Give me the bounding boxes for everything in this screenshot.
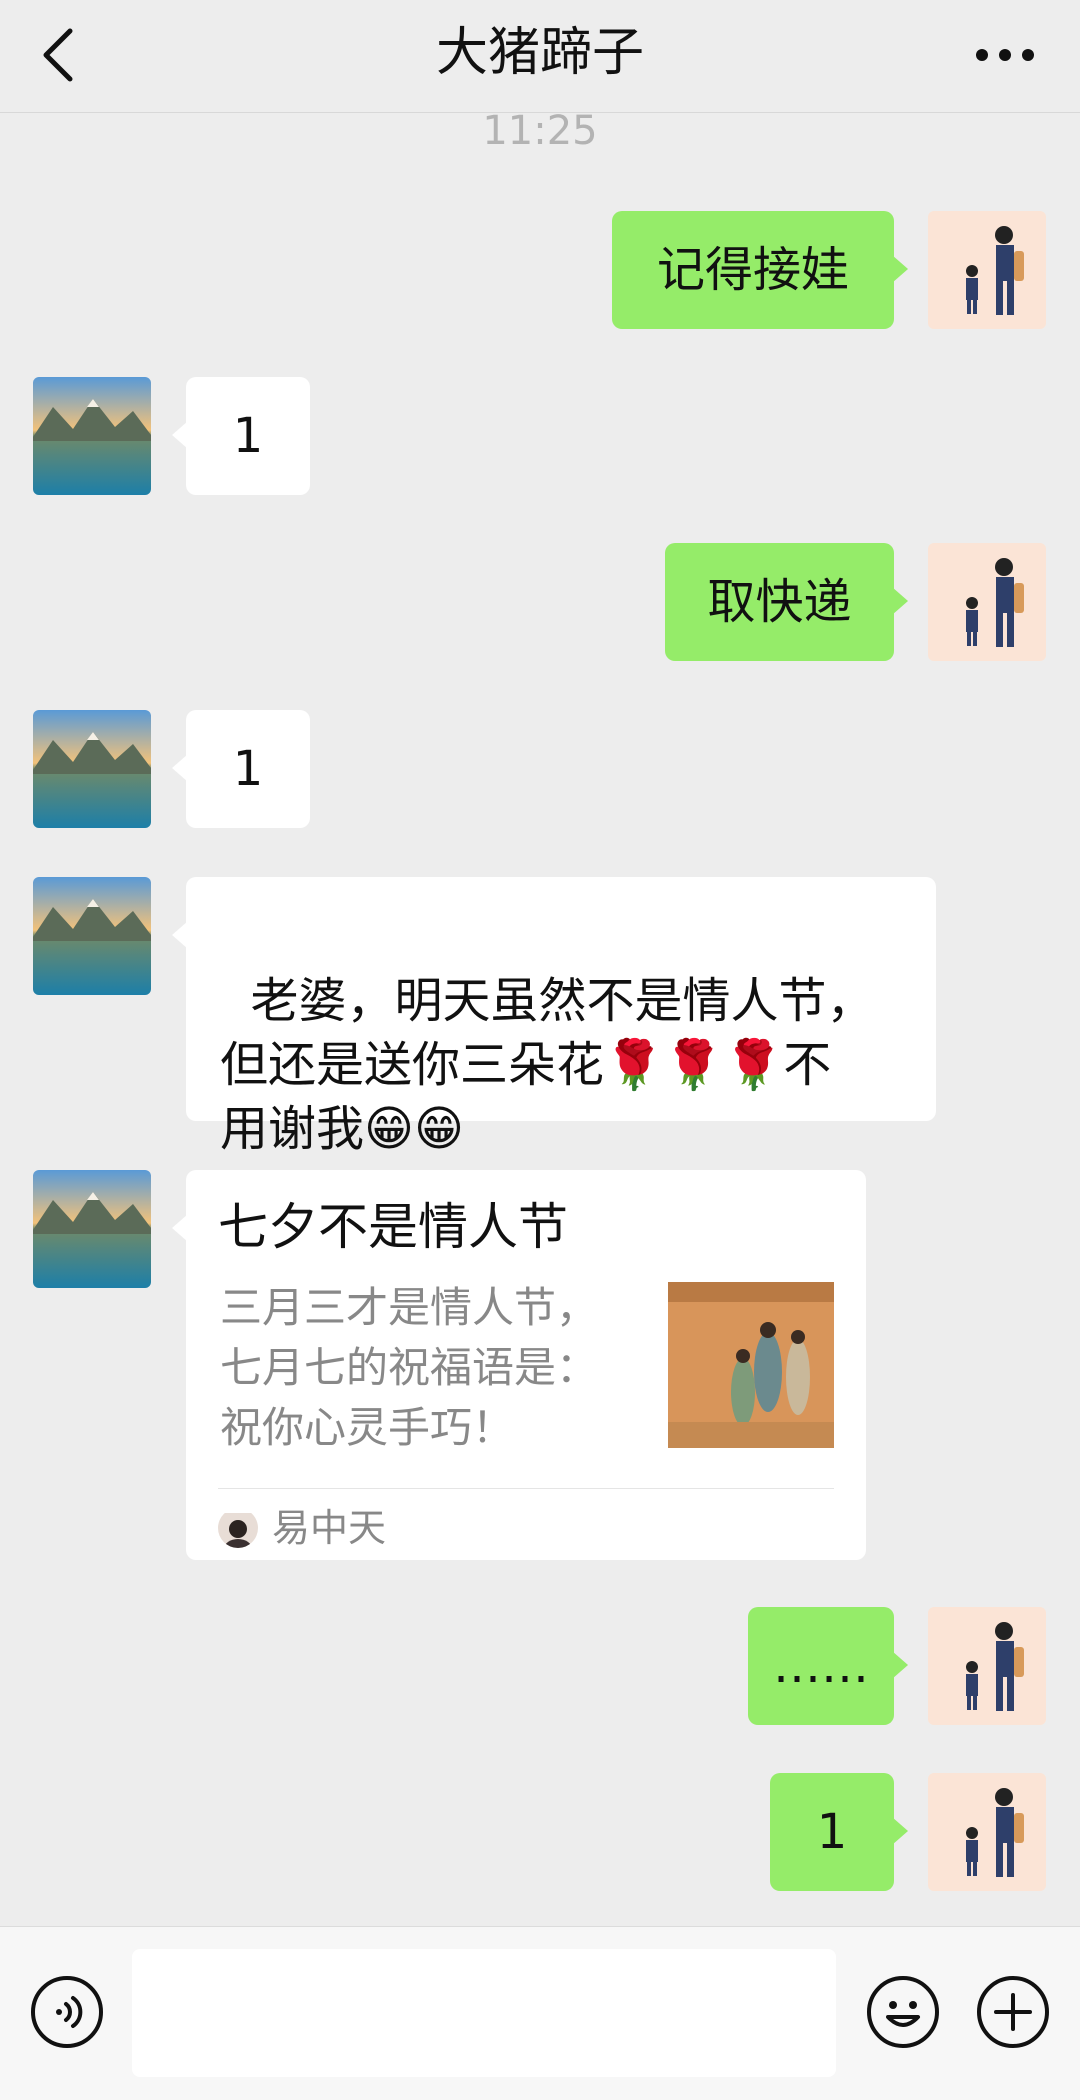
message-text: …… [773,1638,869,1694]
message-text: 1 [232,741,264,797]
input-bar [0,1926,1080,2100]
voice-icon [31,1976,103,2048]
message-bubble[interactable]: …… [748,1607,908,1725]
source-name: 易中天 [272,1506,387,1550]
message-bubble[interactable]: 取快递 [665,543,908,661]
more-dots-icon [976,49,1034,61]
message-input[interactable] [132,1949,836,2077]
contact-avatar[interactable] [33,1170,151,1288]
message-bubble[interactable]: 1 [770,1773,908,1891]
emoji-button[interactable] [866,1975,940,2049]
link-card[interactable]: 七夕不是情人节 三月三才是情人节， 七月七的祝福语是： 祝你心灵手巧！ 易中天 [172,1170,866,1560]
my-avatar[interactable] [928,1607,1046,1725]
contact-avatar[interactable] [33,877,151,995]
my-avatar[interactable] [928,1773,1046,1891]
message-bubble[interactable]: 1 [172,710,310,828]
chat-title: 大猪蹄子 [435,23,644,83]
plus-icon [977,1976,1049,2048]
nav-bar: 大猪蹄子 [0,0,1080,113]
message-bubble[interactable]: 记得接娃 [612,211,908,329]
my-avatar[interactable] [928,543,1046,661]
message-text: 取快递 [707,574,852,630]
card-thumbnail [668,1282,834,1448]
contact-avatar[interactable] [33,377,151,495]
card-title: 七夕不是情人节 [218,1198,568,1256]
plus-button[interactable] [976,1975,1050,2049]
contact-avatar[interactable] [33,710,151,828]
message-bubble[interactable]: 1 [172,377,310,495]
card-source: 易中天 [218,1498,386,1558]
message-text: 老婆，明天虽然不是情人节， 但还是送你三朵花🌹🌹🌹不 用谢我😁😁 [220,973,875,1157]
card-divider [218,1488,834,1489]
more-button[interactable] [970,20,1040,90]
emoji-icon [867,1976,939,2048]
message-text: 1 [232,408,264,464]
card-description: 三月三才是情人节， 七月七的祝福语是： 祝你心灵手巧！ [220,1283,599,1452]
message-bubble[interactable]: 老婆，明天虽然不是情人节， 但还是送你三朵花🌹🌹🌹不 用谢我😁😁 [172,877,936,1157]
message-timestamp: 11:25 [482,108,598,154]
source-avatar [218,1508,258,1548]
message-text: 1 [816,1804,848,1860]
message-text: 记得接娃 [656,242,849,298]
voice-button[interactable] [30,1975,104,2049]
my-avatar[interactable] [928,211,1046,329]
